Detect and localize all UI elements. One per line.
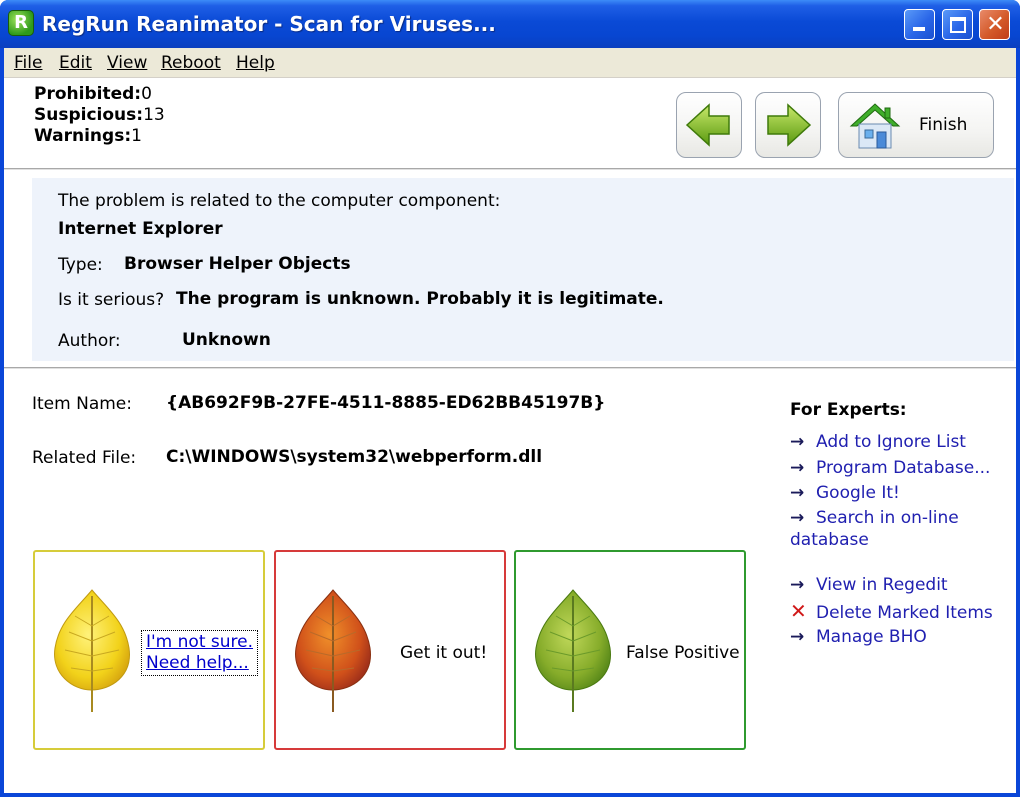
title-bar[interactable]: R RegRun Reanimator - Scan for Viruses..… — [0, 0, 1020, 48]
add-to-ignore-link[interactable]: → Add to Ignore List — [790, 431, 966, 453]
item-name-label: Item Name: — [32, 394, 132, 414]
delete-marked-label: Delete Marked Items — [816, 603, 993, 623]
menu-file[interactable]: File — [14, 53, 42, 73]
minimize-icon — [913, 27, 925, 31]
menu-view[interactable]: View — [107, 53, 147, 73]
prohibited-value: 0 — [141, 84, 152, 104]
related-file-label: Related File: — [32, 448, 137, 468]
component-name: Internet Explorer — [58, 219, 223, 239]
arrow-icon: → — [790, 508, 805, 528]
warnings-count: Warnings:1 — [34, 126, 165, 147]
minimize-button[interactable] — [904, 9, 935, 40]
type-value: Browser Helper Objects — [124, 254, 351, 274]
menu-edit[interactable]: Edit — [59, 53, 92, 73]
client-area: File Edit View Reboot Help Prohibited:0 … — [4, 48, 1016, 793]
view-in-regedit-label: View in Regedit — [816, 575, 948, 595]
arrow-icon: → — [790, 458, 805, 478]
choice-get-it-out[interactable]: Get it out! — [274, 550, 506, 750]
false-positive-label: False Positive — [626, 643, 740, 663]
problem-intro: The problem is related to the computer c… — [58, 191, 501, 211]
author-value: Unknown — [182, 330, 271, 350]
red-leaf-icon — [295, 589, 371, 712]
need-help-link[interactable]: I'm not sure. Need help... — [141, 630, 259, 676]
prohibited-label: Prohibited: — [34, 84, 142, 104]
suspicious-value: 13 — [143, 105, 165, 125]
maximize-icon — [950, 17, 966, 33]
finish-button[interactable]: Finish — [838, 92, 994, 158]
scan-summary: Prohibited:0 Suspicious:13 Warnings:1 — [34, 84, 165, 147]
menu-reboot-label: Reboot — [161, 53, 221, 73]
menu-view-label: View — [107, 53, 148, 73]
warnings-label: Warnings: — [34, 126, 132, 146]
manage-bho-label: Manage BHO — [816, 627, 927, 647]
app-window: R RegRun Reanimator - Scan for Viruses..… — [0, 0, 1020, 797]
home-icon — [849, 103, 901, 149]
warnings-value: 1 — [131, 126, 142, 146]
forward-arrow-icon — [767, 103, 812, 147]
serious-value: The program is unknown. Probably it is l… — [176, 289, 664, 309]
back-arrow-icon — [685, 103, 730, 147]
menu-reboot[interactable]: Reboot — [161, 53, 221, 73]
arrow-icon: → — [790, 432, 805, 452]
manage-bho-link[interactable]: → Manage BHO — [790, 626, 927, 648]
program-database-link[interactable]: → Program Database... — [790, 457, 990, 479]
item-name-value: {AB692F9B-27FE-4511-8885-ED62BB45197B} — [166, 393, 606, 413]
serious-label: Is it serious? — [58, 290, 165, 310]
prohibited-count: Prohibited:0 — [34, 84, 165, 105]
yellow-leaf-icon — [54, 589, 130, 712]
menu-help-label: Help — [236, 53, 275, 73]
problem-panel: The problem is related to the computer c… — [32, 178, 1014, 361]
maximize-button[interactable] — [942, 9, 973, 40]
program-database-label: Program Database... — [816, 458, 991, 478]
finish-label: Finish — [919, 115, 968, 135]
need-help-line2: Need help... — [146, 653, 249, 673]
app-icon[interactable]: R — [8, 10, 34, 36]
google-it-link[interactable]: → Google It! — [790, 482, 900, 504]
divider-middle — [4, 367, 1016, 369]
window-title: RegRun Reanimator - Scan for Viruses... — [42, 12, 496, 36]
add-to-ignore-label: Add to Ignore List — [816, 432, 966, 452]
close-button[interactable]: ✕ — [979, 9, 1010, 40]
suspicious-count: Suspicious:13 — [34, 105, 165, 126]
type-label: Type: — [58, 255, 103, 275]
delete-x-icon: ✕ — [790, 599, 807, 623]
search-online-link[interactable]: → Search in on-line database — [790, 507, 990, 551]
arrow-icon: → — [790, 575, 805, 595]
author-label: Author: — [58, 331, 121, 351]
experts-title: For Experts: — [790, 400, 907, 420]
divider-top — [4, 168, 1016, 170]
arrow-icon: → — [790, 483, 805, 503]
choice-false-positive[interactable]: False Positive — [514, 550, 746, 750]
menu-help[interactable]: Help — [236, 53, 275, 73]
view-in-regedit-link[interactable]: → View in Regedit — [790, 574, 948, 596]
get-it-out-label: Get it out! — [400, 643, 488, 663]
arrow-icon: → — [790, 627, 805, 647]
back-button[interactable] — [676, 92, 742, 158]
forward-button[interactable] — [755, 92, 821, 158]
menu-edit-label: Edit — [59, 53, 92, 73]
close-icon: ✕ — [986, 12, 1005, 37]
search-online-label: Search in on-line database — [790, 508, 959, 550]
google-it-label: Google It! — [816, 483, 900, 503]
suspicious-label: Suspicious: — [34, 105, 144, 125]
need-help-line1: I'm not sure. — [146, 632, 254, 652]
menu-file-label: File — [14, 53, 43, 73]
green-leaf-icon — [535, 589, 611, 712]
menu-bar: File Edit View Reboot Help — [4, 48, 1016, 78]
related-file-value: C:\WINDOWS\system32\webperform.dll — [166, 447, 543, 467]
choice-not-sure[interactable]: I'm not sure. Need help... — [33, 550, 265, 750]
delete-marked-link[interactable]: ✕ Delete Marked Items — [790, 600, 993, 624]
